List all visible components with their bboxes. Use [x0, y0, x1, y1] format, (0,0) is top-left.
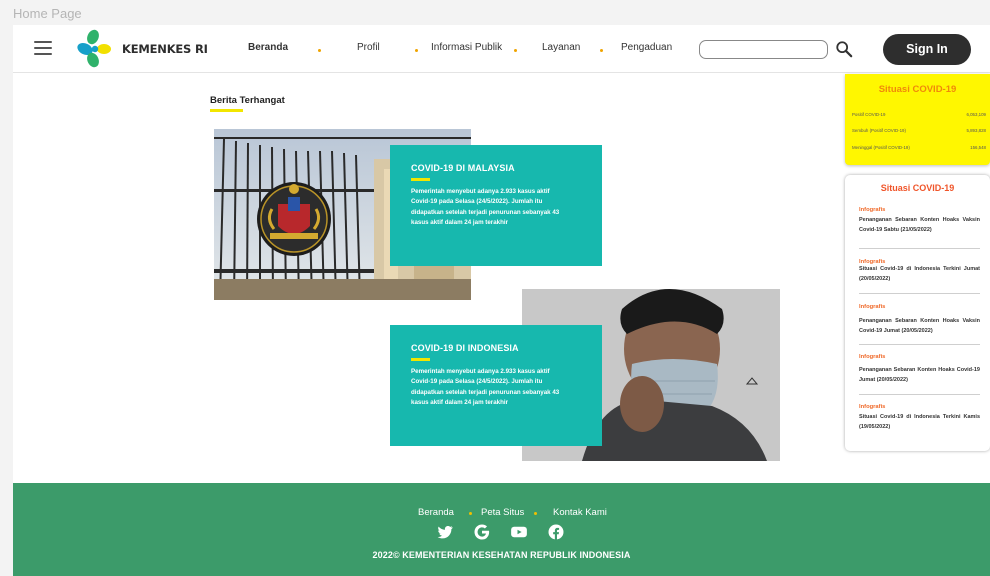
footer-link-kontak-kami[interactable]: Kontak Kami: [553, 507, 607, 518]
section-title-underline: [210, 109, 243, 112]
covid-stat-value: 6,053,109: [966, 112, 986, 117]
facebook-icon[interactable]: [547, 523, 565, 541]
news-title[interactable]: COVID-19 DI MALAYSIA: [411, 163, 582, 173]
frame-label: Home Page: [13, 6, 82, 21]
list-item[interactable]: Infografis Situasi Covid-19 di Indonesia…: [859, 404, 980, 433]
search-input[interactable]: [699, 40, 828, 59]
covid-list-title: Situasi COVID-19: [880, 183, 955, 193]
nav-separator-dot: [415, 49, 418, 52]
nav-item-pengaduan[interactable]: Pengaduan: [621, 42, 672, 53]
covid-stat-value: 5,893,828: [966, 128, 986, 133]
footer-link-peta-situs[interactable]: Peta Situs: [481, 507, 524, 518]
list-divider: [859, 344, 980, 345]
covid-stat-value: 156,548: [970, 145, 986, 150]
nav-separator-dot: [318, 49, 321, 52]
footer-link-beranda[interactable]: Beranda: [418, 507, 454, 518]
list-item[interactable]: Infografis Penanganan Sebaran Konten Hoa…: [859, 354, 980, 386]
list-item-text[interactable]: Penanganan Sebaran Konten Hoaks Covid-19…: [859, 366, 980, 386]
covid-stat-row: Positif COVID-19 6,053,109: [852, 112, 986, 117]
covid-stat-row: Sembuh (Positif COVID-19) 5,893,828: [852, 128, 986, 133]
list-divider: [859, 293, 980, 294]
covid-stat-label: Positif COVID-19: [852, 112, 886, 117]
footer: Beranda Peta Situs Kontak Kami 2022© KEM…: [13, 483, 990, 576]
covid-stat-label: Sembuh (Positif COVID-19): [852, 128, 906, 133]
list-divider: [859, 394, 980, 395]
youtube-icon[interactable]: [510, 523, 528, 541]
section-title: Berita Terhangat: [210, 95, 285, 106]
list-item-text[interactable]: Penanganan Sebaran Konten Hoaks Vaksin C…: [859, 317, 980, 337]
search-icon[interactable]: [835, 40, 853, 58]
list-item[interactable]: Infografis Situasi Covid-19 di Indonesia…: [859, 259, 980, 285]
news-card-malaysia[interactable]: COVID-19 DI MALAYSIA Pemerintah menyebut…: [390, 145, 602, 266]
twitter-icon[interactable]: [436, 523, 454, 541]
nav-item-layanan[interactable]: Layanan: [542, 42, 580, 53]
news-summary: Pemerintah menyebut adanya 2.933 kasus a…: [411, 368, 560, 407]
list-divider: [859, 248, 980, 249]
list-item-category: Infografis: [859, 404, 886, 410]
list-item-text[interactable]: Situasi Covid-19 di Indonesia Terkini Ju…: [859, 265, 980, 285]
covid-stat-label: Meninggal (Positif COVID-19): [852, 145, 910, 150]
news-summary: Pemerintah menyebut adanya 2.933 kasus a…: [411, 188, 560, 227]
nav-separator-dot: [514, 49, 517, 52]
kemenkes-logo-icon: [77, 29, 111, 68]
nav-item-informasi-publik[interactable]: Informasi Publik: [431, 42, 502, 53]
list-item-category: Infografis: [859, 304, 886, 310]
list-item-text[interactable]: Situasi Covid-19 di Indonesia Terkini Ka…: [859, 413, 980, 433]
news-title[interactable]: COVID-19 DI INDONESIA: [411, 343, 582, 353]
logo-text: KEMENKES RI: [122, 42, 208, 56]
news-card-indonesia[interactable]: COVID-19 DI INDONESIA Pemerintah menyebu…: [390, 325, 602, 446]
list-item-category: Infografis: [859, 207, 886, 213]
news-title-accent: [411, 178, 430, 181]
covid-stats-widget: Situasi COVID-19 Positif COVID-19 6,053,…: [845, 74, 990, 165]
sign-in-button[interactable]: Sign In: [883, 34, 971, 65]
news-title-accent: [411, 358, 430, 361]
list-item-text[interactable]: Penanganan Sebaran Konten Hoaks Vaksin C…: [859, 216, 980, 236]
page: KEMENKES RI Beranda Profil Informasi Pub…: [13, 25, 990, 576]
google-icon[interactable]: [473, 523, 491, 541]
footer-separator-dot: [469, 512, 472, 515]
nav-item-beranda[interactable]: Beranda: [248, 42, 288, 53]
list-item[interactable]: Infografis Penanganan Sebaran Konten Hoa…: [859, 304, 980, 337]
copyright-text: 2022© KEMENTERIAN KESEHATAN REPUBLIK IND…: [372, 550, 631, 560]
hamburger-menu-icon[interactable]: [34, 41, 52, 55]
covid-stats-title: Situasi COVID-19: [878, 84, 957, 95]
nav-item-profil[interactable]: Profil: [357, 42, 380, 53]
covid-stat-row: Meninggal (Positif COVID-19) 156,548: [852, 145, 986, 150]
list-item[interactable]: Infografis Penanganan Sebaran Konten Hoa…: [859, 207, 980, 236]
covid-news-list: Situasi COVID-19 Infografis Penanganan S…: [845, 175, 990, 451]
list-item-category: Infografis: [859, 354, 886, 360]
nav-separator-dot: [600, 49, 603, 52]
footer-separator-dot: [534, 512, 537, 515]
header: KEMENKES RI Beranda Profil Informasi Pub…: [13, 25, 990, 73]
logo[interactable]: KEMENKES RI: [76, 28, 208, 70]
footer-links: Beranda Peta Situs Kontak Kami: [13, 507, 990, 519]
